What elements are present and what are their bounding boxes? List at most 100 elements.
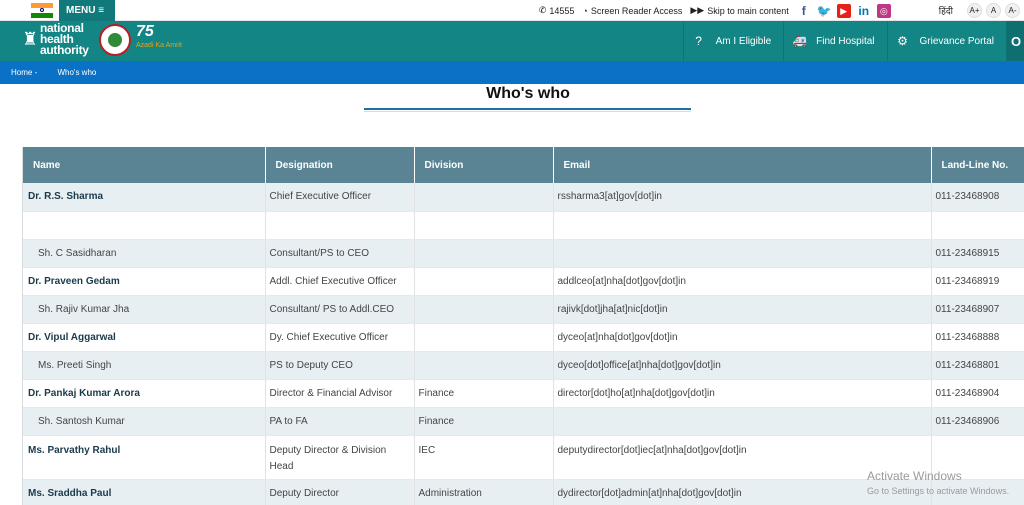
nav-label: Am I Eligible — [715, 35, 772, 47]
cell-designation: Dy. Chief Executive Officer — [265, 323, 415, 352]
title-underline-shadow — [364, 111, 691, 112]
cell-division — [414, 351, 554, 380]
cell-division — [414, 211, 554, 240]
nav-grievance-portal[interactable]: ⚙ Grievance Portal — [886, 21, 1006, 61]
screen-reader-link[interactable]: ◔ Screen Reader Access — [578, 0, 686, 21]
nha-logo[interactable]: national health authority — [40, 22, 89, 57]
cell-division: Administration — [414, 479, 554, 505]
breadcrumb: Home - Who's who — [0, 61, 1024, 84]
grievance-icon: ⚙ — [897, 34, 908, 48]
cell-name: Dr. Vipul Aggarwal — [23, 323, 266, 352]
table-row: Ms. Preeti Singh PS to Deputy CEO dyceo[… — [23, 351, 1024, 380]
azadi-75-logo: 75 — [136, 23, 154, 40]
table-row: Sh. Rajiv Kumar Jha Consultant/ PS to Ad… — [23, 295, 1024, 324]
font-normal-button[interactable]: A — [986, 3, 1001, 18]
linkedin-icon[interactable]: in — [857, 4, 871, 18]
cell-email — [553, 239, 932, 268]
cell-designation: Deputy Director & Division Head — [265, 435, 415, 480]
helpline-link[interactable]: ✆ 14555 — [535, 0, 579, 21]
screen-reader-label: Screen Reader Access — [590, 5, 683, 16]
cell-division — [414, 323, 554, 352]
search-icon[interactable]: O — [1006, 21, 1024, 61]
cell-email — [553, 407, 932, 436]
cell-designation: Addl. Chief Executive Officer — [265, 267, 415, 296]
cell-division — [414, 239, 554, 268]
cell-phone: 011-23468907 — [931, 295, 1024, 324]
whos-who-table-container[interactable]: Name Designation Division Email Land-Lin… — [22, 147, 1024, 505]
cell-designation — [265, 211, 415, 240]
column-header-designation: Designation — [265, 147, 415, 183]
skip-main-link[interactable]: ▶▶ Skip to main content — [686, 0, 792, 21]
cell-division: Finance — [414, 379, 554, 408]
cell-email: director[dot]ho[at]nha[dot]gov[dot]in — [553, 379, 932, 408]
cell-name: Ms. Preeti Singh — [23, 351, 266, 380]
azadi-text: Azadi Ka Amrit — [136, 42, 182, 49]
nav-am-i-eligible[interactable]: ? Am I Eligible — [682, 21, 784, 61]
column-header-email: Email — [553, 147, 932, 183]
table-row: Sh. Santosh Kumar PA to FA Finance 011-2… — [23, 407, 1024, 436]
cell-email: dyceo[dot]office[at]nha[dot]gov[dot]in — [553, 351, 932, 380]
social-links: f 🐦 ▶ in ◎ — [793, 0, 895, 21]
table-header-row: Name Designation Division Email Land-Lin… — [23, 147, 1024, 183]
language-toggle[interactable]: हिंदी — [939, 4, 953, 17]
national-emblem-icon[interactable]: ♜ — [22, 25, 38, 53]
breadcrumb-current: Who's who — [57, 68, 97, 77]
cell-email: rajivk[dot]jha[at]nic[dot]in — [553, 295, 932, 324]
nav-label: Find Hospital — [816, 35, 875, 47]
cell-email: addlceo[at]nha[dot]gov[dot]in — [553, 267, 932, 296]
cell-email: dyceo[at]nha[dot]gov[dot]in — [553, 323, 932, 352]
table-row: Dr. Vipul Aggarwal Dy. Chief Executive O… — [23, 323, 1024, 352]
skip-main-label: Skip to main content — [707, 5, 789, 16]
pmjay-logo[interactable] — [99, 24, 131, 56]
cell-designation: PA to FA — [265, 407, 415, 436]
cell-phone: 011-23468906 — [931, 407, 1024, 436]
logo-line-3: authority — [40, 43, 89, 57]
cell-designation: Consultant/PS to CEO — [265, 239, 415, 268]
top-utility-bar: MENU ≡ ✆ 14555 ◔ Screen Reader Access ▶▶… — [0, 0, 1024, 21]
breadcrumb-home[interactable]: Home - — [11, 68, 37, 77]
screen-reader-icon: ◔ — [582, 5, 588, 16]
cell-division — [414, 267, 554, 296]
table-row — [23, 211, 1024, 240]
cell-division: Finance — [414, 407, 554, 436]
header-nav: ? Am I Eligible 🚑 Find Hospital ⚙ Grieva… — [682, 21, 1024, 61]
phone-icon: ✆ — [538, 5, 547, 15]
cell-name: Dr. R.S. Sharma — [23, 183, 266, 212]
whos-who-table: Name Designation Division Email Land-Lin… — [23, 147, 1024, 505]
cell-email: rssharma3[at]gov[dot]in — [553, 183, 932, 212]
table-row: Sh. C Sasidharan Consultant/PS to CEO 01… — [23, 239, 1024, 268]
nav-find-hospital[interactable]: 🚑 Find Hospital — [783, 21, 886, 61]
skip-forward-icon: ▶▶ — [690, 5, 705, 15]
page-title: Who's who — [486, 85, 570, 102]
table-row: Dr. Praveen Gedam Addl. Chief Executive … — [23, 267, 1024, 296]
youtube-icon[interactable]: ▶ — [836, 3, 851, 18]
instagram-icon[interactable]: ◎ — [876, 3, 891, 18]
top-links: ✆ 14555 ◔ Screen Reader Access ▶▶ Skip t… — [535, 0, 1024, 21]
twitter-icon[interactable]: 🐦 — [817, 4, 832, 18]
facebook-icon[interactable]: f — [797, 4, 811, 18]
cell-name: Dr. Pankaj Kumar Arora — [23, 379, 266, 408]
cell-designation: PS to Deputy CEO — [265, 351, 415, 380]
cell-phone: 011-23468908 — [931, 183, 1024, 212]
menu-button[interactable]: MENU ≡ — [59, 0, 115, 21]
cell-name: Dr. Praveen Gedam — [23, 267, 266, 296]
cell-designation: Deputy Director — [265, 479, 415, 505]
cell-division — [414, 295, 554, 324]
column-header-division: Division — [414, 147, 554, 183]
table-row: Dr. R.S. Sharma Chief Executive Officer … — [23, 183, 1024, 212]
cell-phone: 011-23468888 — [931, 323, 1024, 352]
site-header: ♜ national health authority 75 Azadi Ka … — [0, 21, 1024, 61]
cell-phone: 011-23468915 — [931, 239, 1024, 268]
table-row: Dr. Pankaj Kumar Arora Director & Financ… — [23, 379, 1024, 408]
cell-division: IEC — [414, 435, 554, 480]
cell-name: Ms. Sraddha Paul — [23, 479, 266, 505]
font-increase-button[interactable]: A+ — [967, 3, 982, 18]
cell-name — [23, 211, 266, 240]
font-decrease-button[interactable]: A- — [1005, 3, 1020, 18]
watermark-line-1: Activate Windows — [867, 469, 962, 483]
column-header-name: Name — [23, 147, 266, 183]
question-icon: ? — [695, 34, 702, 48]
cell-phone — [931, 211, 1024, 240]
cell-phone: 011-23468801 — [931, 351, 1024, 380]
title-underline — [364, 108, 691, 110]
